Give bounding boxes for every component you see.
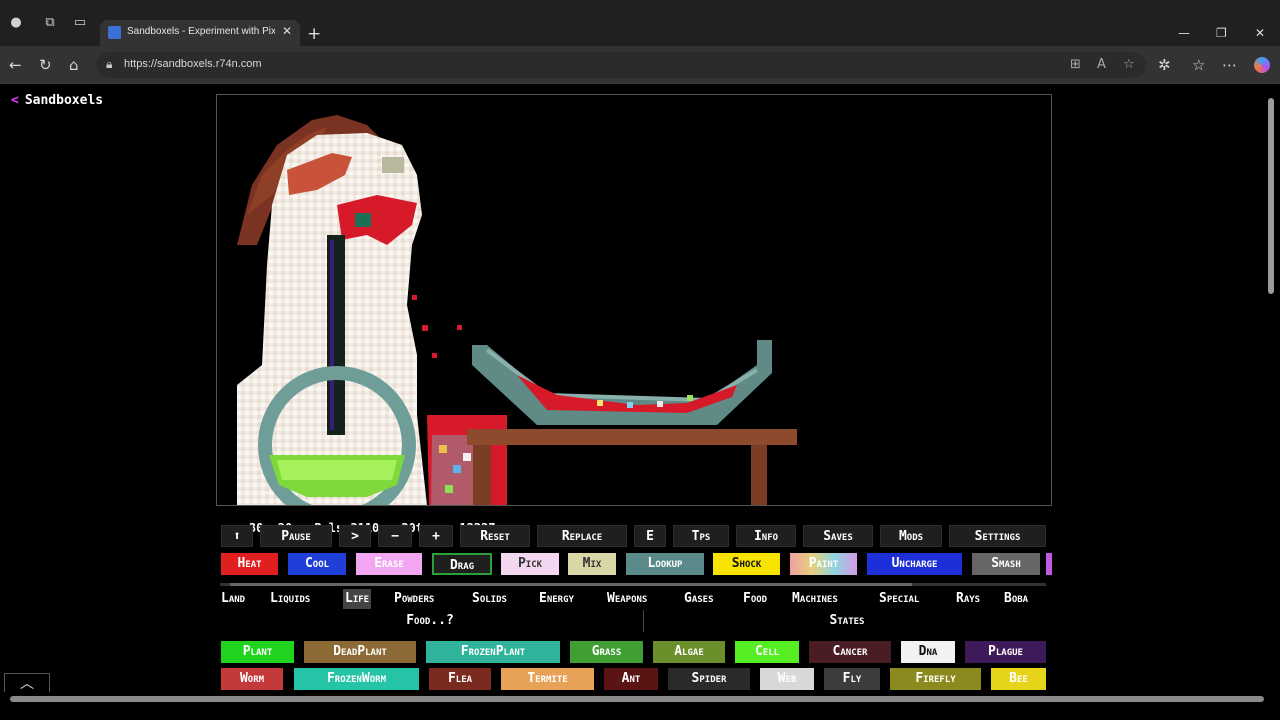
info-button[interactable]: Info xyxy=(736,525,796,547)
tool-next-partial[interactable] xyxy=(1046,553,1052,575)
tool-lookup[interactable]: Lookup xyxy=(626,553,704,575)
toggle-ui-button[interactable]: ⬆ xyxy=(221,525,253,547)
close-tab-icon[interactable]: ✕ xyxy=(282,24,292,38)
element-spider[interactable]: Spider xyxy=(668,668,750,690)
category-rays[interactable]: Rays xyxy=(954,589,982,609)
decrease-size-button[interactable]: − xyxy=(378,525,412,547)
favorites-icon[interactable]: ☆ xyxy=(1192,56,1205,74)
category-liquids[interactable]: Liquids xyxy=(268,589,312,609)
tab-bar: ● ⧉ ▭ Sandboxels - Experiment with Pix ✕… xyxy=(0,0,1280,46)
element-web[interactable]: Web xyxy=(760,668,814,690)
subcategory-divider xyxy=(643,610,644,632)
element-termite[interactable]: Termite xyxy=(501,668,594,690)
page-horizontal-scrollbar[interactable] xyxy=(0,692,1280,720)
tps-button[interactable]: Tps xyxy=(673,525,729,547)
element-grass[interactable]: Grass xyxy=(570,641,643,663)
lock-icon[interactable]: 🔒︎ xyxy=(106,57,112,72)
increase-size-button[interactable]: + xyxy=(419,525,453,547)
home-icon[interactable]: ⌂ xyxy=(69,56,79,74)
tool-pick[interactable]: Pick xyxy=(501,553,559,575)
element-cell[interactable]: Cell xyxy=(735,641,799,663)
category-powders[interactable]: Powders xyxy=(392,589,436,609)
saves-button[interactable]: Saves xyxy=(803,525,873,547)
step-button[interactable]: > xyxy=(339,525,371,547)
workspaces-icon[interactable]: ⧉ xyxy=(42,15,58,31)
vertical-scroll-thumb[interactable] xyxy=(1268,98,1274,294)
tool-smash[interactable]: Smash xyxy=(972,553,1040,575)
element-deadplant[interactable]: DeadPlant xyxy=(304,641,416,663)
element-frozenplant[interactable]: FrozenPlant xyxy=(426,641,560,663)
category-gases[interactable]: Gases xyxy=(682,589,716,609)
tab-actions-icon[interactable]: ▭ xyxy=(72,15,88,31)
sandboxels-favicon-icon xyxy=(108,26,121,39)
element-frozenworm[interactable]: FrozenWorm xyxy=(294,668,419,690)
category-scrollbar[interactable] xyxy=(220,583,1046,586)
element-cancer[interactable]: Cancer xyxy=(809,641,891,663)
url-text[interactable]: https://sandboxels.r74n.com xyxy=(124,58,262,70)
element-flea[interactable]: Flea xyxy=(429,668,491,690)
element-bee[interactable]: Bee xyxy=(991,668,1046,690)
app-available-icon[interactable]: ⊞ xyxy=(1070,57,1081,72)
tool-mix[interactable]: Mix xyxy=(568,553,616,575)
element-worm[interactable]: Worm xyxy=(221,668,283,690)
back-icon[interactable]: ← xyxy=(9,56,22,74)
reset-button[interactable]: Reset xyxy=(460,525,530,547)
replace-button[interactable]: Replace xyxy=(537,525,627,547)
minimize-icon[interactable]: — xyxy=(1178,26,1190,40)
subcategory-states[interactable]: States xyxy=(646,610,1048,632)
category-land[interactable]: Land xyxy=(219,589,247,609)
tab-title: Sandboxels - Experiment with Pix xyxy=(127,26,275,37)
horizontal-scroll-thumb[interactable] xyxy=(10,696,1264,702)
new-tab-icon[interactable]: + xyxy=(307,24,321,44)
extensions-icon[interactable]: ✲ xyxy=(1158,56,1171,74)
element-ant[interactable]: Ant xyxy=(604,668,658,690)
tool-shock[interactable]: Shock xyxy=(713,553,780,575)
chevron-up-icon: ︿ xyxy=(20,676,34,692)
category-machines[interactable]: Machines xyxy=(790,589,840,609)
tool-cool[interactable]: Cool xyxy=(288,553,346,575)
favorite-star-icon[interactable]: ☆ xyxy=(1123,57,1135,72)
restore-icon[interactable]: ❐ xyxy=(1216,26,1227,40)
tool-uncharge[interactable]: Uncharge xyxy=(867,553,962,575)
game-canvas[interactable] xyxy=(216,94,1052,506)
category-weapons[interactable]: Weapons xyxy=(605,589,649,609)
category-special[interactable]: Special xyxy=(877,589,921,609)
navigation-bar: ← ↻ ⌂ 🔒︎ https://sandboxels.r74n.com ⊞ A… xyxy=(0,46,1280,84)
back-arrow-icon[interactable]: < xyxy=(11,93,19,108)
page-vertical-scrollbar[interactable] xyxy=(1266,86,1276,692)
category-scroll-thumb[interactable] xyxy=(230,583,912,586)
tool-erase[interactable]: Erase xyxy=(356,553,422,575)
copilot-icon[interactable] xyxy=(1254,57,1270,73)
brand-name: Sandboxels xyxy=(24,93,104,108)
more-menu-icon[interactable]: ⋯ xyxy=(1222,56,1237,74)
element-plague[interactable]: Plague xyxy=(965,641,1046,663)
tool-drag[interactable]: Drag xyxy=(432,553,492,575)
tool-heat[interactable]: Heat xyxy=(221,553,278,575)
refresh-icon[interactable]: ↻ xyxy=(39,56,52,74)
element-algae[interactable]: Algae xyxy=(653,641,725,663)
element-select-button[interactable]: E xyxy=(634,525,666,547)
tool-paint[interactable]: Paint xyxy=(790,553,857,575)
element-dna[interactable]: Dna xyxy=(901,641,955,663)
simulation-drawing xyxy=(237,115,797,505)
element-firefly[interactable]: Firefly xyxy=(890,668,981,690)
element-fly[interactable]: Fly xyxy=(824,668,880,690)
category-solids[interactable]: Solids xyxy=(470,589,509,609)
settings-button[interactable]: Settings xyxy=(949,525,1046,547)
read-aloud-icon[interactable]: A xyxy=(1097,57,1106,72)
category-boba[interactable]: Boba xyxy=(1002,589,1030,609)
pause-button[interactable]: Pause xyxy=(260,525,332,547)
profile-icon[interactable]: ● xyxy=(8,15,24,31)
site-brand[interactable]: < Sandboxels xyxy=(11,93,103,108)
active-tab[interactable]: Sandboxels - Experiment with Pix ✕ xyxy=(100,20,300,46)
category-food[interactable]: Food xyxy=(741,589,769,609)
subcategory-food[interactable]: Food..? xyxy=(220,610,640,632)
element-plant[interactable]: Plant xyxy=(221,641,294,663)
address-bar[interactable]: 🔒︎ https://sandboxels.r74n.com ⊞ A ☆ xyxy=(96,52,1146,78)
category-energy[interactable]: Energy xyxy=(537,589,576,609)
mods-button[interactable]: Mods xyxy=(880,525,942,547)
category-life[interactable]: Life xyxy=(343,589,372,609)
close-window-icon[interactable]: ✕ xyxy=(1255,26,1265,40)
